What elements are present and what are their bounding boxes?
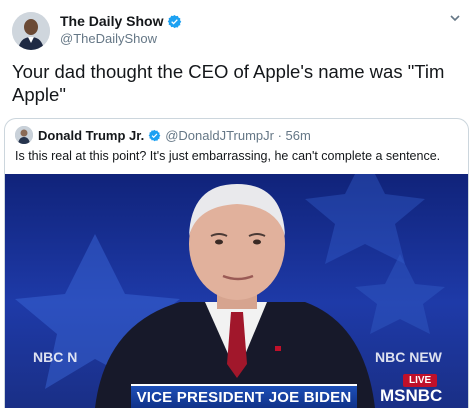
quoted-handle-time[interactable]: @DonaldJTrumpJr · 56m bbox=[165, 128, 311, 143]
author-display-name[interactable]: The Daily Show bbox=[60, 13, 163, 29]
author-row: The Daily Show bbox=[60, 13, 182, 29]
video-player[interactable]: NBC N NBC NEW LIVE MSNBC VICE PRESIDENT … bbox=[5, 174, 468, 408]
quoted-text: Is this real at this point? It's just em… bbox=[15, 149, 441, 163]
verified-badge-icon bbox=[148, 129, 161, 141]
avatar[interactable] bbox=[12, 12, 50, 50]
nbc-logo-right: NBC NEW bbox=[375, 349, 442, 365]
nbc-logo-left: NBC N bbox=[33, 349, 78, 365]
video-frame bbox=[15, 174, 445, 408]
quoted-avatar[interactable] bbox=[15, 126, 33, 144]
quoted-tweet[interactable]: Donald Trump Jr. @DonaldJTrumpJr · 56m I… bbox=[4, 118, 469, 408]
quoted-display-name[interactable]: Donald Trump Jr. bbox=[38, 128, 144, 143]
avatar-image bbox=[12, 12, 50, 50]
author-handle[interactable]: @TheDailyShow bbox=[60, 31, 157, 46]
quoted-author-row: Donald Trump Jr. @DonaldJTrumpJr · 56m bbox=[15, 126, 311, 144]
tweet-text: Your dad thought the CEO of Apple's name… bbox=[12, 61, 445, 105]
lower-third-caption: VICE PRESIDENT JOE BIDEN bbox=[131, 384, 357, 408]
verified-badge-icon bbox=[168, 14, 182, 28]
tweet-card[interactable]: The Daily Show @TheDailyShow Your dad th… bbox=[0, 0, 471, 408]
network-logo: MSNBC bbox=[380, 386, 443, 405]
quoted-avatar-image bbox=[15, 126, 33, 144]
chevron-down-icon[interactable] bbox=[449, 12, 461, 24]
